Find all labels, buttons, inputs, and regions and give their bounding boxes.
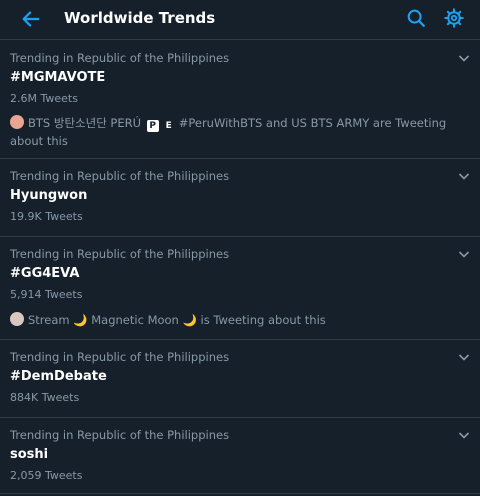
trend-name: #DemDebate <box>10 369 107 384</box>
chevron-down-icon[interactable] <box>458 171 470 181</box>
avatar <box>10 115 24 129</box>
trend-name: soshi <box>10 447 49 462</box>
trend-tweet-count: 5,914 Tweets <box>10 288 83 301</box>
gear-icon[interactable] <box>443 7 465 29</box>
trend-tweet-count: 19.9K Tweets <box>10 210 83 223</box>
top-app-bar: Worldwide Trends <box>0 0 480 40</box>
trend-name: #MGMAVOTE <box>10 70 106 85</box>
trend-name: Hyungwon <box>10 188 88 203</box>
chevron-down-icon[interactable] <box>458 430 470 440</box>
trend-context: Trending in Republic of the Philippines <box>10 51 230 65</box>
avatar <box>10 312 24 326</box>
trend-context: Trending in Republic of the Philippines <box>10 350 230 364</box>
search-icon[interactable] <box>405 7 427 29</box>
trend-name: #GG4EVA <box>10 266 80 281</box>
arrow-left-icon[interactable] <box>20 8 42 30</box>
trend-tweet-count: 2.6M Tweets <box>10 92 78 105</box>
trend-tweet-count: 884K Tweets <box>10 391 80 404</box>
trend-context: Trending in Republic of the Philippines <box>10 247 230 261</box>
social-text: Magnetic Moon <box>91 313 179 327</box>
social-text: BTS 방탄소년단 PERÚ <box>28 116 142 130</box>
trend-context: Trending in Republic of the Philippines <box>10 428 230 442</box>
trend-item[interactable]: Trending in Republic of the Philippines … <box>0 340 480 418</box>
trend-item[interactable]: Trending in Republic of the Philippines … <box>0 237 480 340</box>
trend-social-context: Stream 🌙 Magnetic Moon 🌙 is Tweeting abo… <box>10 311 470 329</box>
trend-item[interactable]: Trending in Republic of the Philippines … <box>0 41 480 159</box>
social-text: Stream <box>28 313 70 327</box>
flag-badge: E <box>162 120 175 132</box>
chevron-down-icon[interactable] <box>458 249 470 259</box>
trend-social-context: BTS 방탄소년단 PERÚ P E #PeruWithBTS and US BTS… <box>10 114 470 150</box>
flag-badge: P <box>146 120 159 132</box>
trend-item[interactable]: Trending in Republic of the Philippines … <box>0 418 480 494</box>
moon-icon: 🌙 <box>182 313 197 327</box>
moon-icon: 🌙 <box>73 313 88 327</box>
trend-tweet-count: 2,059 Tweets <box>10 469 83 482</box>
trend-item[interactable]: Trending in Republic of the Philippines … <box>0 159 480 237</box>
trend-context: Trending in Republic of the Philippines <box>10 169 230 183</box>
chevron-down-icon[interactable] <box>458 53 470 63</box>
page-title: Worldwide Trends <box>64 9 216 27</box>
chevron-down-icon[interactable] <box>458 352 470 362</box>
social-text: is Tweeting about this <box>200 313 326 327</box>
